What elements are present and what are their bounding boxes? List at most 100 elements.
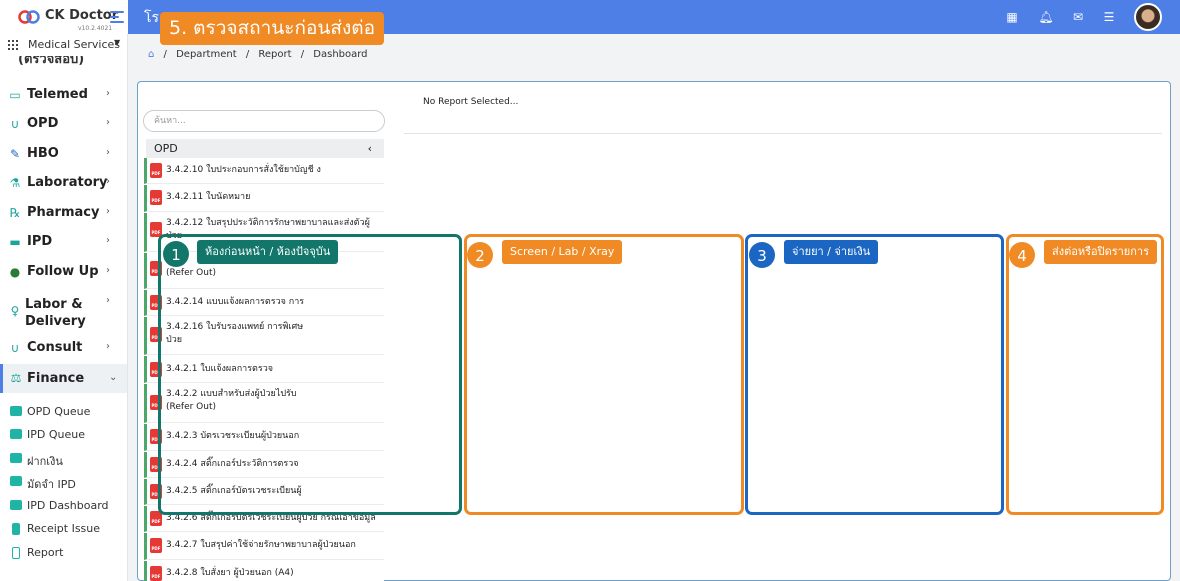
sidebar-item-label: IPD xyxy=(27,234,53,249)
sidebar-item-consult[interactable]: ∪ Consult › xyxy=(0,335,127,361)
chevron-right-icon: › xyxy=(106,147,110,158)
zone-3-label: จ่ายยา / จ่ายเงิน xyxy=(784,240,879,264)
sidebar: Medical Services ▼ (ตรวจสอบ) ▭ Telemed ›… xyxy=(0,34,128,581)
caret-down-icon: ▼ xyxy=(114,38,121,47)
pill-icon: ℞ xyxy=(9,206,21,220)
video-icon: ▭ xyxy=(9,88,21,102)
sidebar-subitem-ipd-dashboard[interactable]: IPD Dashboard xyxy=(0,496,127,516)
sidebar-subitem-ipd-deposit[interactable]: มัดจำ IPD xyxy=(0,472,127,492)
no-report-message: No Report Selected... xyxy=(423,97,519,107)
chevron-right-icon: › xyxy=(106,206,110,217)
service-selector-label: Medical Services xyxy=(28,38,121,51)
report-item[interactable]: PDF 3.4.2.10 ใบประกอบการสั่งใช้ยาบัญชี ง xyxy=(144,158,384,184)
sidebar-subitem-ipd-queue[interactable]: IPD Queue xyxy=(0,425,127,445)
chevron-right-icon: › xyxy=(106,88,110,99)
report-item[interactable]: PDF 3.4.2.7 ใบสรุปค่าใช้จ่ายรักษาพยาบาลผ… xyxy=(144,533,384,560)
sidebar-item-ipd[interactable]: ▬ IPD › xyxy=(0,229,127,255)
flask-icon: ⚗ xyxy=(9,176,21,190)
sidebar-item-follow-up[interactable]: ● Follow Up › xyxy=(0,259,127,285)
divider xyxy=(404,133,1162,134)
bed-icon: ▬ xyxy=(9,235,21,249)
opd-group-label: OPD xyxy=(154,142,178,155)
brand-area[interactable]: CK Doctor v10.2.4021 xyxy=(0,0,128,34)
ck-logo-icon xyxy=(18,10,40,24)
chevron-right-icon: › xyxy=(106,295,110,306)
report-label: 3.4.2.11 ใบนัดหมาย xyxy=(166,192,251,202)
mail-icon[interactable]: ✉ xyxy=(1070,9,1086,25)
receipt-icon xyxy=(12,523,20,535)
sidebar-item-opd[interactable]: ∪ OPD › xyxy=(0,111,127,137)
baby-icon: ♀ xyxy=(10,304,20,318)
sidebar-cut-heading: (ตรวจสอบ) xyxy=(18,56,85,67)
zone-1-frame xyxy=(158,234,462,515)
sidebar-item-label: Laboratory xyxy=(27,175,108,190)
sidebar-item-label: Finance xyxy=(27,371,85,386)
list-icon[interactable]: ☰ xyxy=(1101,9,1117,25)
zone-2-frame xyxy=(464,234,744,515)
money-icon xyxy=(10,500,22,510)
app-version: v10.2.4021 xyxy=(78,25,113,32)
search-input[interactable]: ค้นหา... xyxy=(143,110,385,132)
subitem-label: Report xyxy=(27,546,64,559)
pdf-icon: PDF xyxy=(150,538,162,553)
chevron-right-icon: › xyxy=(106,235,110,246)
subitem-label: มัดจำ IPD xyxy=(27,478,76,491)
apps-grid-icon[interactable]: ▦ xyxy=(1004,9,1020,25)
report-item[interactable]: PDF 3.4.2.11 ใบนัดหมาย xyxy=(144,185,384,212)
medical-services-selector[interactable]: Medical Services ▼ xyxy=(0,34,127,56)
breadcrumb-sep: / xyxy=(300,49,305,60)
sidebar-item-pharmacy[interactable]: ℞ Pharmacy › xyxy=(0,200,127,226)
sidebar-item-label: Telemed xyxy=(27,87,88,102)
subitem-label: ฝากเงิน xyxy=(27,455,63,468)
sidebar-item-labor-delivery[interactable]: ♀ Labor & Delivery › xyxy=(0,292,127,330)
breadcrumb: ⌂ / Department / Report / Dashboard xyxy=(148,49,374,60)
home-icon[interactable]: ⌂ xyxy=(148,49,154,60)
breadcrumb-report[interactable]: Report xyxy=(258,49,291,60)
money-icon xyxy=(10,476,22,486)
avatar[interactable] xyxy=(1134,3,1162,31)
pdf-icon: PDF xyxy=(150,190,162,205)
document-icon xyxy=(12,547,20,559)
money-icon xyxy=(10,406,22,416)
sidebar-subitem-deposit[interactable]: ฝากเงิน xyxy=(0,449,127,469)
money-icon xyxy=(10,453,22,463)
pdf-icon: PDF xyxy=(150,163,162,178)
finance-icon: ⚖ xyxy=(10,371,22,385)
breadcrumb-department[interactable]: Department xyxy=(176,49,237,60)
chevron-right-icon: › xyxy=(106,117,110,128)
subitem-label: IPD Dashboard xyxy=(27,499,109,512)
sidebar-subitem-receipt-issue[interactable]: Receipt Issue xyxy=(0,519,127,539)
chevron-right-icon: › xyxy=(106,341,110,352)
sidebar-item-label: Pharmacy xyxy=(27,205,100,220)
subitem-label: IPD Queue xyxy=(27,428,85,441)
chevron-left-icon: ‹ xyxy=(367,142,372,155)
zone-4-number: 4 xyxy=(1009,242,1035,268)
leaf-icon: ✎ xyxy=(9,147,21,161)
zone-2-label: Screen / Lab / Xray xyxy=(502,240,623,264)
money-icon xyxy=(10,429,22,439)
menu-toggle-icon[interactable] xyxy=(110,11,124,23)
sidebar-item-label: Labor & xyxy=(25,297,83,312)
breadcrumb-sep: / xyxy=(163,49,167,60)
sidebar-item-laboratory[interactable]: ⚗ Laboratory › xyxy=(0,170,127,196)
zone-3-frame xyxy=(745,234,1004,515)
opd-group-header[interactable]: OPD ‹ xyxy=(146,139,384,158)
zone-4-frame xyxy=(1006,234,1164,515)
sidebar-subitem-opd-queue[interactable]: OPD Queue xyxy=(0,402,127,422)
sidebar-item-telemed[interactable]: ▭ Telemed › xyxy=(0,82,127,108)
zone-4-label: ส่งต่อหรือปิดรายการ xyxy=(1044,240,1158,264)
zone-1-label: ห้องก่อนหน้า / ห้องปัจจุบัน xyxy=(197,240,339,264)
sidebar-item-hbo[interactable]: ✎ HBO › xyxy=(0,141,127,167)
sidebar-item-label: HBO xyxy=(27,146,59,161)
pdf-icon: PDF xyxy=(150,566,162,581)
grid-icon xyxy=(8,40,18,50)
chevron-right-icon: › xyxy=(106,176,110,187)
zone-3-number: 3 xyxy=(749,242,775,268)
sidebar-item-finance[interactable]: ⚖ Finance ⌄ xyxy=(0,364,127,393)
chevron-down-icon: ⌄ xyxy=(109,372,118,383)
report-label: 3.4.2.10 ใบประกอบการสั่งใช้ยาบัญชี ง xyxy=(166,165,321,175)
sidebar-subitem-report[interactable]: Report xyxy=(0,543,127,563)
bell-icon[interactable]: 🔔︎ xyxy=(1038,9,1054,25)
report-item[interactable]: PDF 3.4.2.8 ใบสั่งยา ผู้ป่วยนอก (A4) xyxy=(144,561,384,581)
user-check-icon: ● xyxy=(9,265,21,279)
